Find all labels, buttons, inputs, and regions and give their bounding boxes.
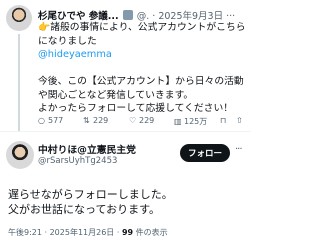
tweet-line: よかったらフォローして応援してください！	[38, 103, 234, 114]
repost-icon: ⇅	[83, 116, 90, 125]
tweet-line: になりました	[38, 35, 97, 47]
tweet-line: 遅らせながらフォローしました。	[8, 188, 173, 201]
tweet-line	[38, 62, 248, 76]
bar-chart-icon: ▥	[174, 117, 182, 126]
tweet-header: 杉尾ひでや 参議... @. · 2025年9月3日 ···	[38, 10, 236, 22]
pointing-emoji: 👉	[38, 22, 51, 33]
verified-badge-icon	[122, 10, 133, 20]
bookmark-icon[interactable]: ⊓	[220, 116, 226, 125]
more-options-icon[interactable]: ···	[235, 144, 242, 155]
avatar[interactable]	[6, 5, 32, 31]
avatar[interactable]	[6, 141, 34, 169]
tweet-text: 👉諸般の事情により、公式アカウントがこちら になりました @hideyaemma…	[38, 21, 248, 116]
views-count: 99	[121, 228, 134, 237]
reply-icon: ○	[38, 116, 45, 125]
heart-icon: ♡	[129, 116, 137, 125]
author-handle[interactable]: @rSarsUyhTg2453	[38, 156, 117, 166]
parent-tweet[interactable]: 杉尾ひでや 参議... @. · 2025年9月3日 ··· 👉諸般の事情により…	[0, 0, 251, 131]
share-icon[interactable]: ⇧	[236, 116, 243, 125]
follow-button[interactable]: フォロー	[180, 144, 230, 162]
tweet-line: 諸般の事情により、公式アカウントがこちら	[50, 22, 246, 33]
tweet-line: 今後、この【公式アカウント】から日々の活動	[38, 76, 244, 87]
tweet-line: や関心ごとなど発信していきます。	[38, 89, 194, 101]
tweet-stats: ○ 577 ⇅ 229 ♡ 229 ▥ 125万 ⊓ ⇧	[38, 116, 248, 128]
reply-tweet[interactable]: 中村りほ@立憲民主党 @rSarsUyhTg2453 フォロー ··· 遅らせな…	[0, 131, 251, 241]
tweet-timestamp[interactable]: 午後9:21 · 2025年11月26日 · 99 件の表示	[8, 227, 248, 238]
tweet-text: 遅らせながらフォローしました。 父がお世話になっております。	[8, 187, 248, 217]
mention-link[interactable]: @hideyaemma	[38, 48, 248, 62]
views-button[interactable]: ▥ 125万	[174, 116, 207, 127]
thread-connector-line	[18, 34, 20, 131]
like-button[interactable]: ♡ 229	[129, 116, 154, 125]
reply-button[interactable]: ○ 577	[38, 116, 63, 125]
repost-button[interactable]: ⇅ 229	[83, 116, 108, 125]
author-name[interactable]: 中村りほ@立憲民主党	[38, 142, 136, 156]
tweet-line: 父がお世話になっております。	[8, 203, 161, 216]
